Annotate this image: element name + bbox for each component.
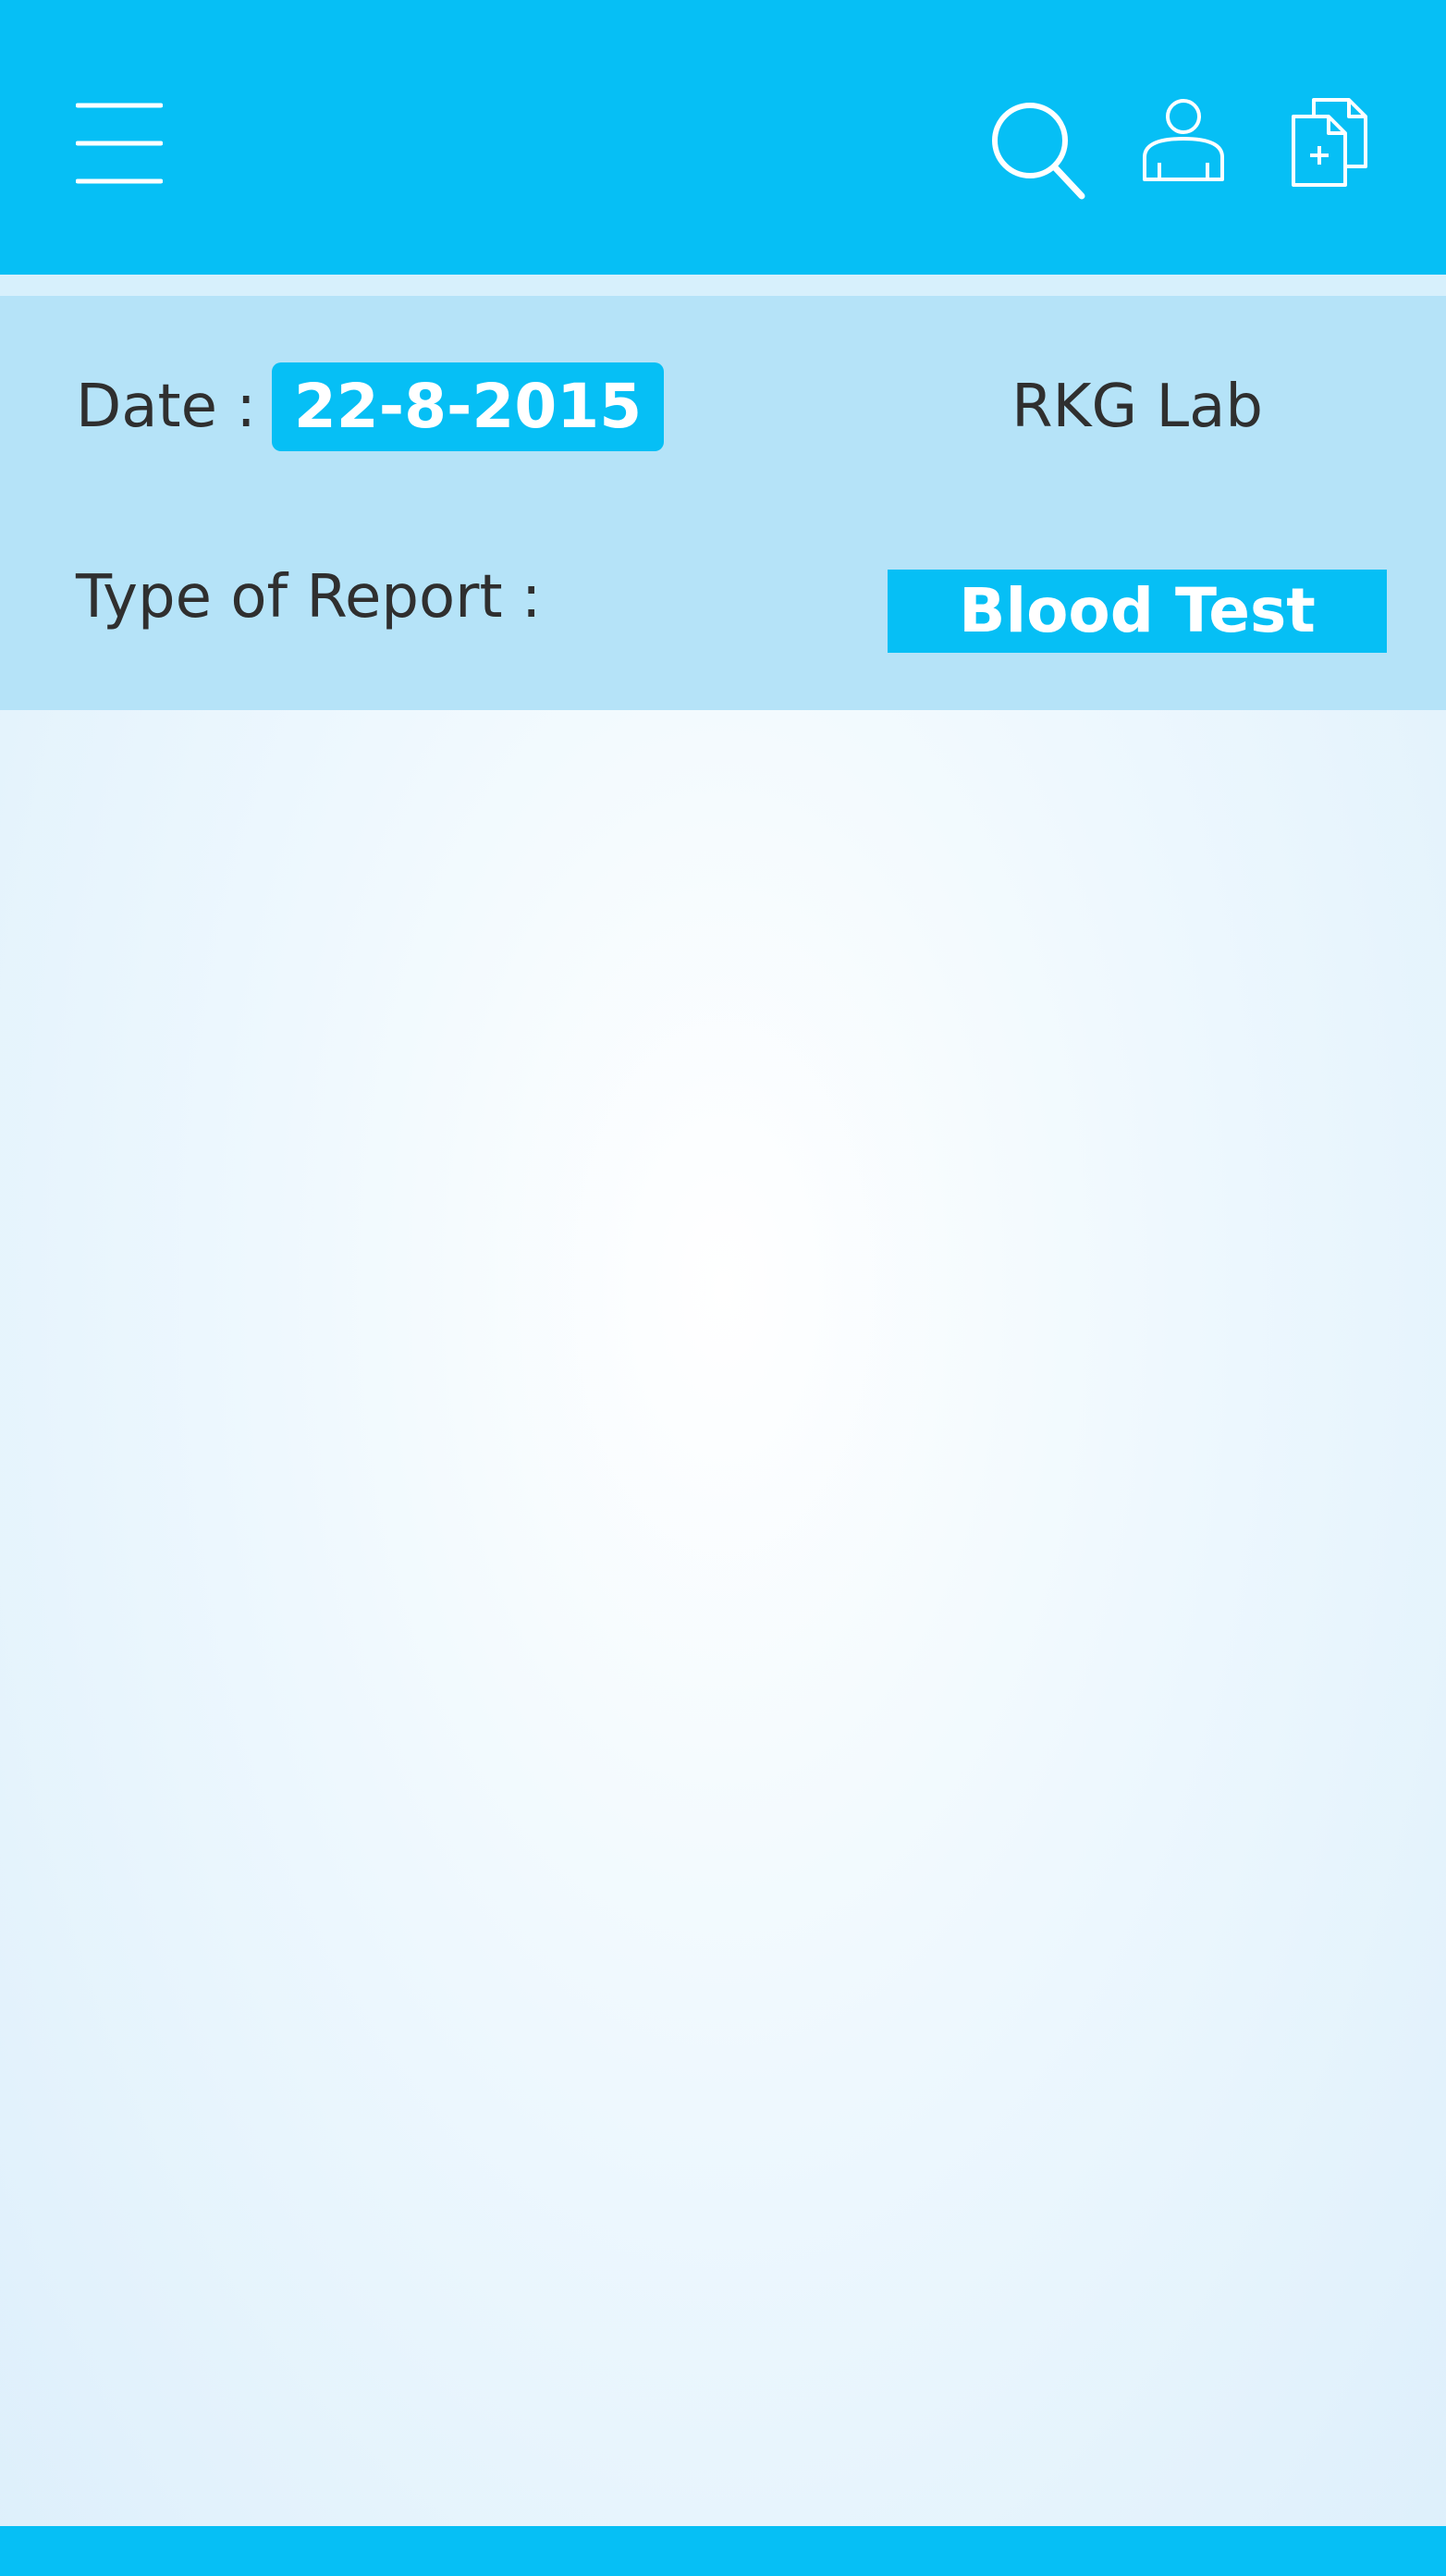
add-document-icon[interactable] [1290,96,1369,189]
footer-bar [0,2526,1446,2576]
report-type-label: Type of Report : [76,563,542,632]
header-divider [0,275,1446,296]
report-type-value[interactable]: Blood Test [888,570,1387,653]
user-icon[interactable] [1141,98,1226,183]
menu-icon[interactable] [76,100,163,187]
report-content-area [0,710,1446,2526]
date-label: Date : [76,373,256,441]
app-header [0,0,1446,275]
search-icon[interactable] [989,100,1085,200]
lab-name: RKG Lab [1011,373,1263,441]
date-value-badge[interactable]: 22-8-2015 [272,362,664,451]
